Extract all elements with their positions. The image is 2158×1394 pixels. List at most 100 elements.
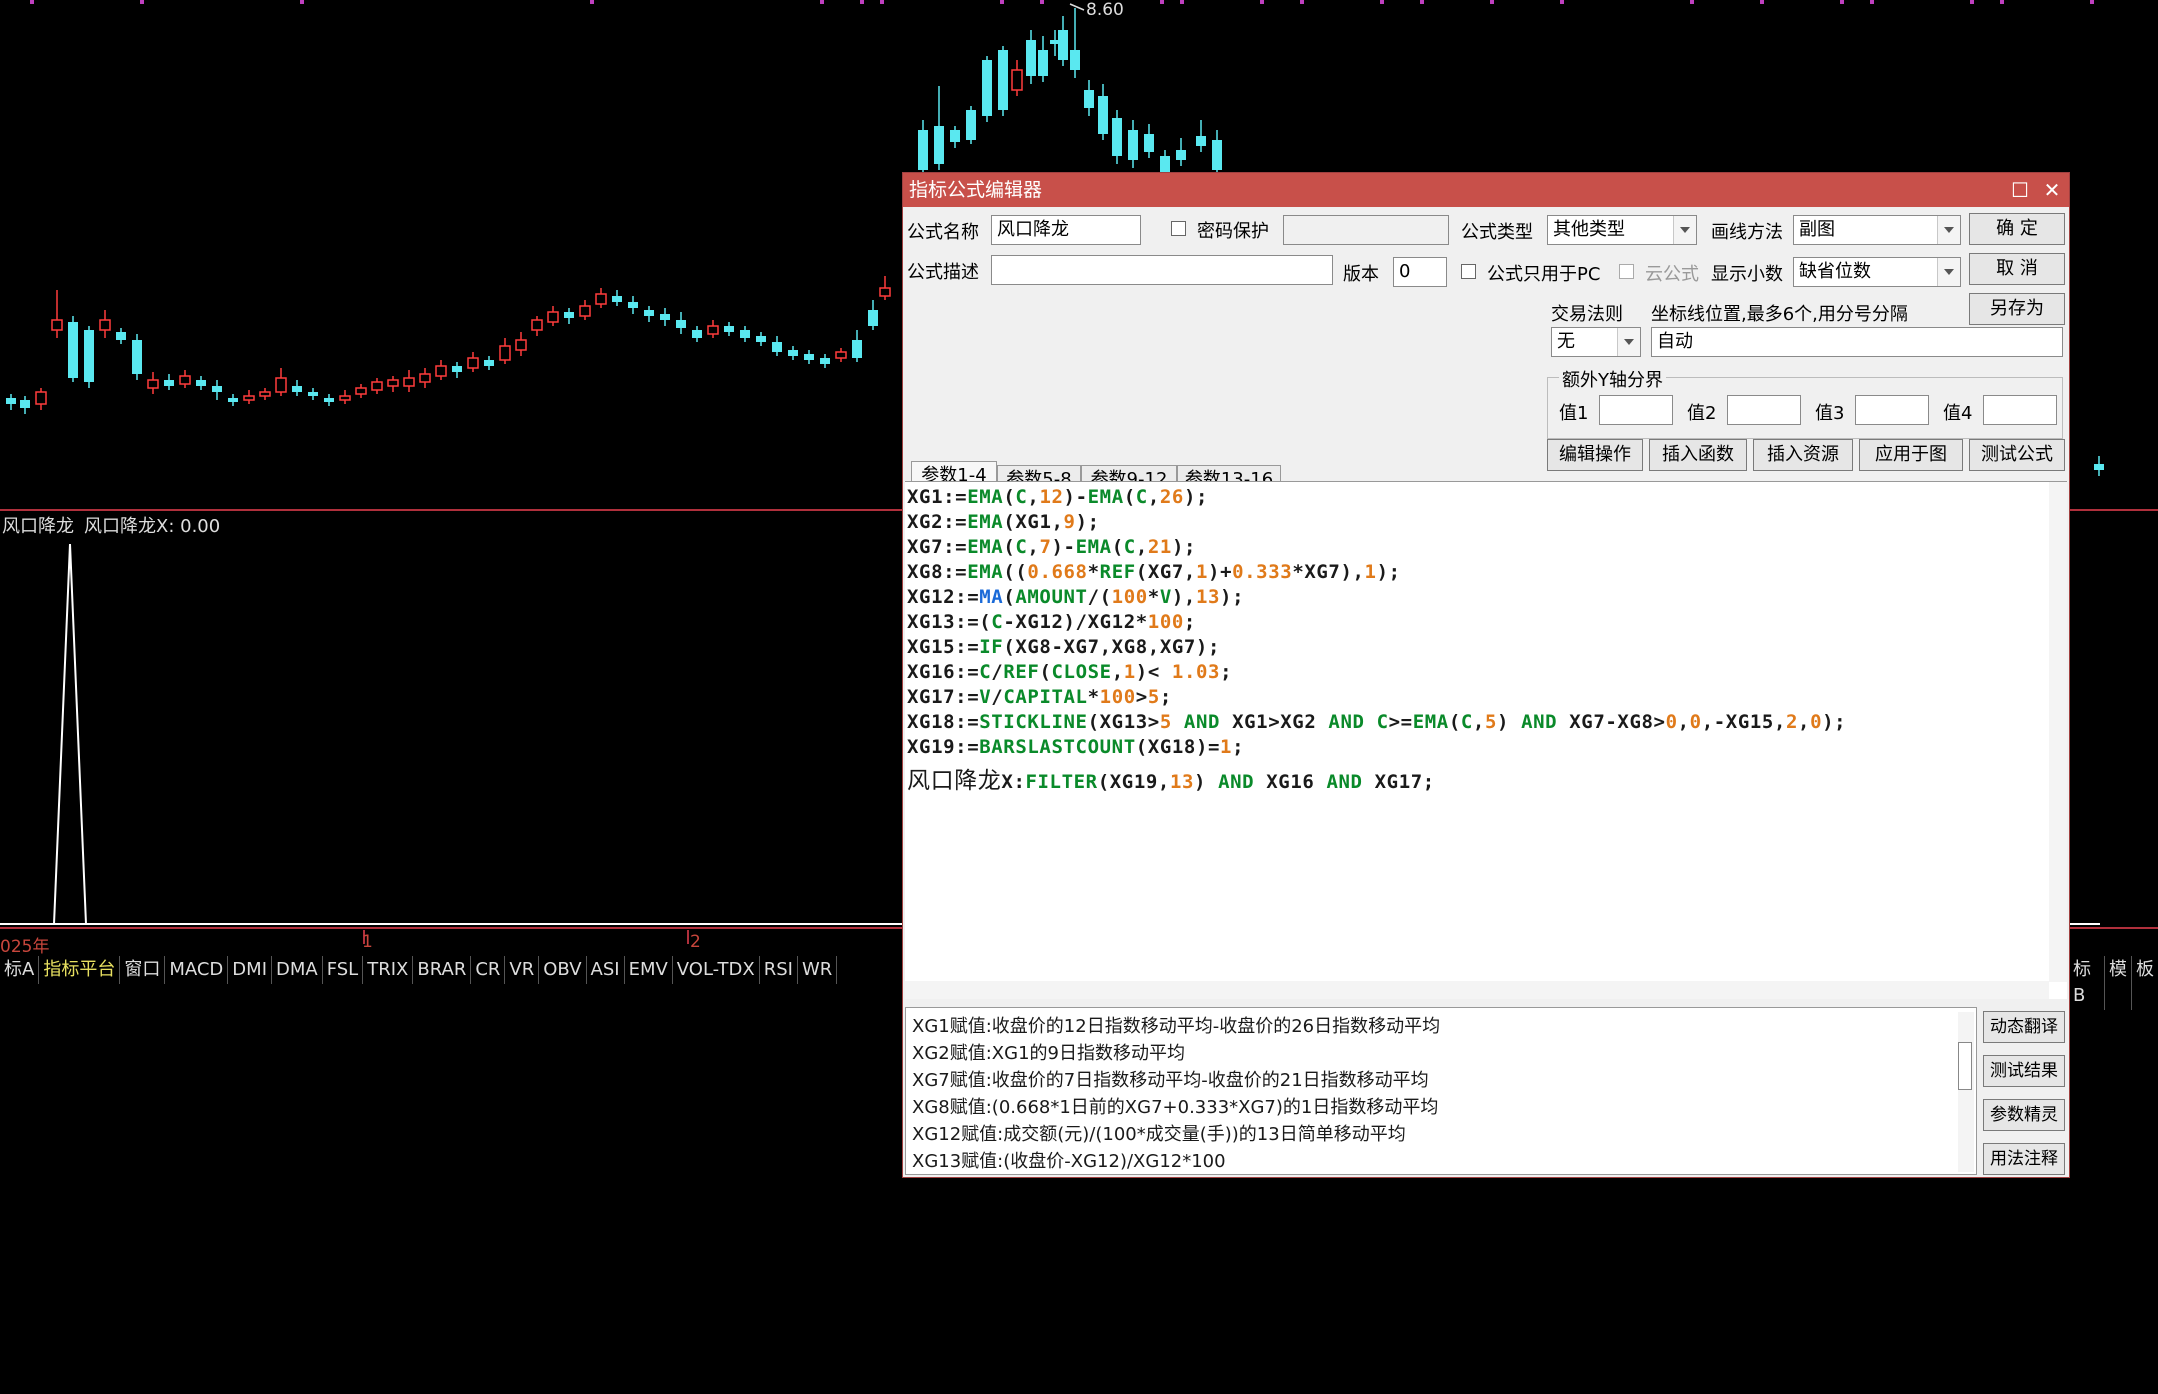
draw-method-value: 副图	[1799, 219, 1835, 240]
indicator-tab-6[interactable]: FSL	[323, 956, 364, 984]
explanation-line: XG8赋值:(0.668*1日前的XG7+0.333*XG7)的1日指数移动平均	[912, 1097, 1439, 1118]
y-value-input-1[interactable]	[1599, 395, 1673, 425]
indicator-tab-11[interactable]: OBV	[539, 956, 587, 984]
explanation-scrollbar[interactable]	[1958, 1012, 1974, 1172]
right-tab-0[interactable]: 标B	[2068, 956, 2104, 1010]
indicator-tab-3[interactable]: MACD	[165, 956, 229, 984]
draw-method-select[interactable]: 副图	[1793, 215, 1961, 245]
vertical-scrollbar[interactable]	[2049, 482, 2067, 982]
indicator-tab-0[interactable]: 标A	[0, 956, 40, 984]
close-icon[interactable]: ✕	[2037, 173, 2067, 207]
side-button-1[interactable]: 测试结果	[1983, 1055, 2065, 1087]
action-button-3[interactable]: 应用于图	[1859, 439, 1963, 471]
indicator-tab-2[interactable]: 窗口	[120, 956, 166, 984]
cloud-checkbox[interactable]	[1619, 264, 1634, 279]
indicator-tab-12[interactable]: ASI	[587, 956, 625, 984]
code-token: (	[1448, 711, 1461, 733]
y-value-input-3[interactable]	[1855, 395, 1929, 425]
candle-body	[132, 340, 142, 374]
password-checkbox[interactable]	[1171, 221, 1186, 236]
action-button-0[interactable]: 编辑操作	[1547, 439, 1643, 471]
indicator-tab-9[interactable]: CR	[471, 956, 506, 984]
code-token: ,	[1135, 536, 1148, 558]
indicator-tab-7[interactable]: TRIX	[363, 956, 414, 984]
candle-body	[179, 375, 191, 385]
side-button-0[interactable]: 动态翻译	[1983, 1011, 2065, 1043]
code-token: 0.668	[1027, 561, 1088, 583]
horizontal-scrollbar[interactable]	[905, 981, 2049, 999]
candle-body	[788, 350, 798, 356]
code-token: (XG1,	[1003, 511, 1064, 533]
right-tab-1[interactable]: 模	[2104, 956, 2131, 1010]
code-line: XG17:=V/CAPITAL*100>5;	[907, 686, 1172, 708]
indicator-tab-5[interactable]: DMA	[272, 956, 323, 984]
trade-rule-select[interactable]: 无	[1551, 327, 1641, 357]
right-tab-2[interactable]: 板	[2131, 956, 2158, 1010]
indicator-tab-bar: 标A 指标平台 窗口 MACD DMI DMA FSL TRIX BRAR CR VR OBV ASI E…	[0, 956, 838, 984]
code-token: 100	[1111, 586, 1148, 608]
code-token: 26	[1159, 486, 1184, 508]
side-button-2[interactable]: 参数精灵	[1983, 1099, 2065, 1131]
candle-body	[2094, 464, 2104, 470]
candle-body	[275, 377, 287, 393]
ok-button[interactable]: 确 定	[1969, 213, 2065, 245]
code-editor[interactable]: XG1:=EMA(C,12)-EMA(C,26); XG2:=EMA(XG1,9)…	[905, 481, 2067, 999]
explanation-scroll-thumb[interactable]	[1958, 1042, 1972, 1090]
password-input[interactable]	[1283, 215, 1449, 245]
version-input[interactable]: 0	[1393, 257, 1447, 287]
formula-name-input[interactable]: 风口降龙	[991, 215, 1141, 245]
candle-body	[531, 319, 543, 331]
decimal-select[interactable]: 缺省位数	[1793, 257, 1961, 287]
side-button-3[interactable]: 用法注释	[1983, 1143, 2065, 1175]
candle-body	[707, 325, 719, 335]
formula-desc-input[interactable]	[991, 255, 1333, 285]
top-marker-dot	[1560, 0, 1564, 4]
indicator-tab-14[interactable]: VOL-TDX	[673, 956, 760, 984]
indicator-tab-13[interactable]: EMV	[625, 956, 673, 984]
y-value-input-4[interactable]	[1983, 395, 2057, 425]
code-token: /(	[1087, 586, 1112, 608]
year-label: 025年	[0, 937, 50, 957]
candle-body	[676, 320, 686, 328]
action-button-4[interactable]: 测试公式	[1969, 439, 2065, 471]
candle-body	[852, 340, 862, 358]
top-marker-dot	[1180, 0, 1184, 4]
code-token: AND	[1326, 771, 1363, 793]
candle-body	[1084, 90, 1094, 108]
top-marker-dot	[1040, 0, 1044, 4]
coord-input[interactable]: 自动	[1651, 327, 2063, 357]
pc-only-checkbox[interactable]	[1461, 264, 1476, 279]
code-token: STICKLINE	[979, 711, 1088, 733]
dialog-title-bar[interactable]: 指标公式编辑器 ☐ ✕	[903, 173, 2069, 207]
indicator-tab-15[interactable]: RSI	[760, 956, 798, 984]
indicator-tab-1[interactable]: 指标平台	[39, 956, 121, 984]
top-marker-dot	[590, 0, 594, 4]
code-token: );	[1183, 486, 1209, 508]
explanation-line: XG1赋值:收盘价的12日指数移动平均-收盘价的26日指数移动平均	[912, 1016, 1441, 1037]
top-marker-dot	[1260, 0, 1264, 4]
candle-body	[660, 314, 670, 320]
save-as-button[interactable]: 另存为	[1969, 293, 2065, 325]
cancel-button[interactable]: 取 消	[1969, 253, 2065, 285]
action-button-2[interactable]: 插入资源	[1753, 439, 1853, 471]
action-button-1[interactable]: 插入函数	[1649, 439, 1747, 471]
top-marker-dot	[140, 0, 144, 4]
formula-type-select[interactable]: 其他类型	[1547, 215, 1697, 245]
code-token: 0	[1810, 711, 1823, 733]
code-token: );	[1822, 711, 1847, 733]
top-marker-dot	[1490, 0, 1494, 4]
indicator-tab-4[interactable]: DMI	[228, 956, 272, 984]
indicator-tab-8[interactable]: BRAR	[413, 956, 472, 984]
indicator-tab-10[interactable]: VR	[505, 956, 540, 984]
code-token: AMOUNT	[1015, 586, 1088, 608]
y-value-input-2[interactable]	[1727, 395, 1801, 425]
decimal-value: 缺省位数	[1799, 261, 1871, 282]
version-label: 版本	[1343, 264, 1379, 285]
code-token: IF	[979, 636, 1004, 658]
top-marker-dot	[1300, 0, 1304, 4]
maximize-icon[interactable]: ☐	[2005, 173, 2035, 207]
indicator-tab-16[interactable]: WR	[798, 956, 838, 984]
code-line: XG18:=STICKLINE(XG13>5 AND XG1>XG2 AND C…	[907, 711, 1846, 733]
candle-body	[998, 50, 1008, 110]
code-token: (	[1111, 536, 1124, 558]
